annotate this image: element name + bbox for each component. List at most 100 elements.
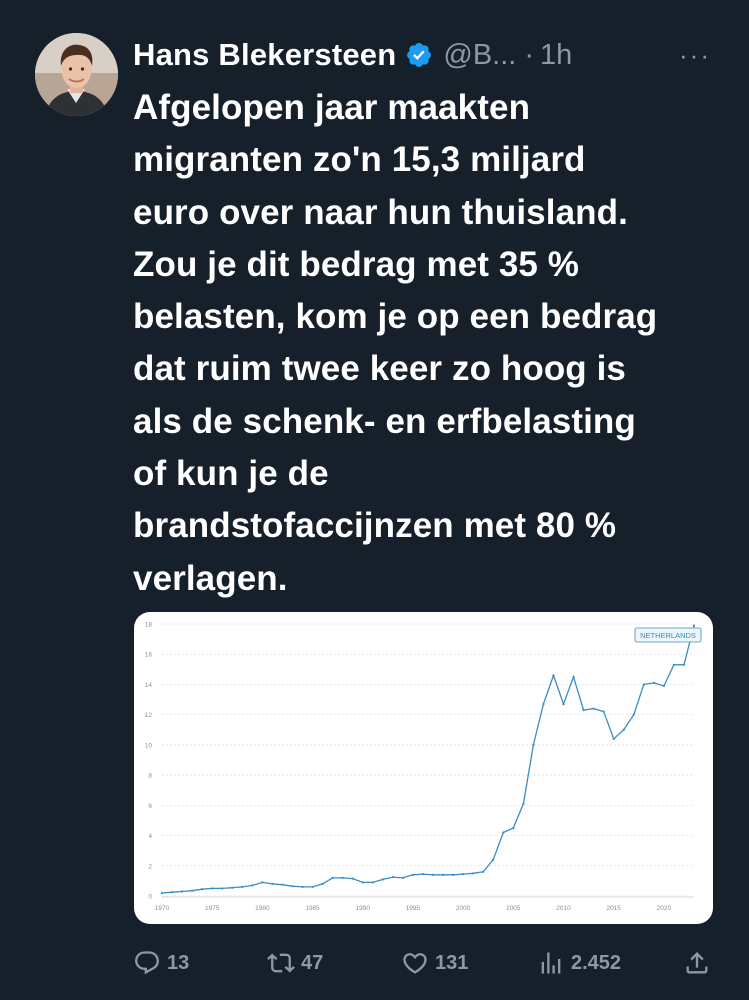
y-tick-label: 6 (148, 803, 152, 810)
data-point (211, 887, 214, 890)
data-point (462, 872, 465, 876)
line-chart: 0 2 4 6 8 10 12 14 16 18 1970 1975 1980 1985 1990 1995… (145, 622, 702, 912)
x-tick-label: 2010 (556, 905, 571, 912)
reply-count: 13 (167, 951, 190, 974)
data-point (391, 876, 394, 879)
timestamp[interactable]: 1h (540, 39, 572, 72)
data-point (191, 889, 194, 892)
like-button[interactable]: 131 (401, 944, 468, 982)
y-tick-label: 8 (148, 773, 152, 780)
data-point (170, 891, 174, 894)
reply-icon (135, 951, 159, 975)
data-point (652, 681, 655, 685)
data-point (441, 873, 445, 876)
data-point (291, 885, 294, 888)
data-point (522, 802, 525, 805)
data-point (231, 886, 234, 889)
x-tick-label: 2015 (606, 905, 621, 912)
data-point (492, 858, 495, 861)
data-point (692, 624, 696, 627)
data-point (371, 881, 374, 884)
data-point (602, 710, 605, 713)
data-point (472, 872, 475, 875)
data-point (341, 876, 344, 879)
data-point (381, 878, 384, 881)
share-button[interactable] (683, 944, 711, 982)
legend-label: NETHERLANDS (640, 631, 696, 640)
y-tick-label: 14 (145, 682, 153, 689)
data-point (281, 883, 284, 886)
reply-button[interactable]: 13 (133, 944, 189, 982)
x-tick-label: 1970 (155, 905, 170, 912)
data-point (311, 885, 314, 889)
data-point (672, 663, 676, 666)
avatar[interactable] (35, 33, 118, 116)
data-point (512, 826, 515, 830)
x-tick-label: 1975 (205, 905, 220, 912)
y-tick-label: 0 (148, 894, 152, 901)
data-point (421, 872, 425, 876)
data-point (451, 873, 455, 876)
data-point (562, 702, 565, 706)
data-point (251, 884, 254, 887)
data-point (612, 737, 615, 740)
data-point (682, 663, 686, 666)
more-options-icon[interactable]: ··· (679, 40, 711, 71)
data-point (361, 881, 364, 884)
y-tick-label: 18 (145, 622, 153, 629)
tweet-header: Hans Blekersteen @B... · 1h ··· (133, 30, 729, 80)
views-count: 2.452 (571, 951, 622, 974)
retweet-count: 47 (301, 951, 324, 974)
x-tick-label: 2005 (506, 905, 521, 912)
retweet-button[interactable]: 47 (267, 944, 323, 982)
data-point (622, 728, 625, 731)
data-point (271, 882, 274, 886)
data-point (532, 743, 535, 746)
data-point (301, 885, 304, 889)
chart-image[interactable]: 0 2 4 6 8 10 12 14 16 18 1970 1975 1980 1985 1990 1995… (134, 612, 713, 924)
separator-dot: · (524, 38, 535, 71)
data-point (351, 877, 354, 880)
heart-icon (403, 953, 427, 974)
retweet-icon (267, 953, 295, 973)
data-point (411, 873, 415, 876)
data-point (160, 891, 164, 895)
data-point (241, 885, 244, 889)
tweet-text: Afgelopen jaar maakten migranten zo'n 15… (133, 88, 658, 598)
views-button[interactable]: 2.452 (537, 944, 621, 982)
data-point (582, 709, 585, 712)
x-tick-label: 1985 (305, 905, 320, 912)
data-point (632, 713, 635, 716)
data-point (572, 675, 575, 678)
y-tick-label: 4 (148, 833, 152, 840)
data-point (331, 876, 334, 879)
data-point (482, 870, 485, 873)
like-count: 131 (435, 951, 469, 974)
data-point (201, 888, 204, 891)
handle[interactable]: @B... (443, 39, 516, 72)
views-bar-chart-icon (541, 952, 561, 974)
data-point (662, 684, 665, 688)
y-tick-label: 2 (148, 863, 152, 870)
x-tick-label: 1990 (356, 905, 371, 912)
data-point (321, 882, 324, 886)
data-point (642, 683, 645, 686)
data-point (431, 873, 435, 876)
data-point (180, 890, 184, 893)
data-point (261, 881, 264, 884)
data-point (552, 674, 555, 677)
x-tick-label: 2000 (456, 905, 471, 912)
data-point (502, 831, 505, 834)
display-name[interactable]: Hans Blekersteen (133, 37, 396, 73)
data-point (542, 702, 545, 706)
data-point (592, 707, 595, 710)
series-line-netherlands (161, 625, 695, 894)
share-icon (686, 952, 708, 974)
x-tick-label: 2020 (657, 905, 672, 912)
data-point (401, 876, 405, 879)
data-point (221, 887, 224, 890)
x-tick-label: 1995 (406, 905, 421, 912)
verified-badge-icon (405, 41, 433, 69)
y-tick-label: 12 (145, 712, 153, 719)
action-bar: 13 47 131 2.452 (133, 944, 718, 982)
